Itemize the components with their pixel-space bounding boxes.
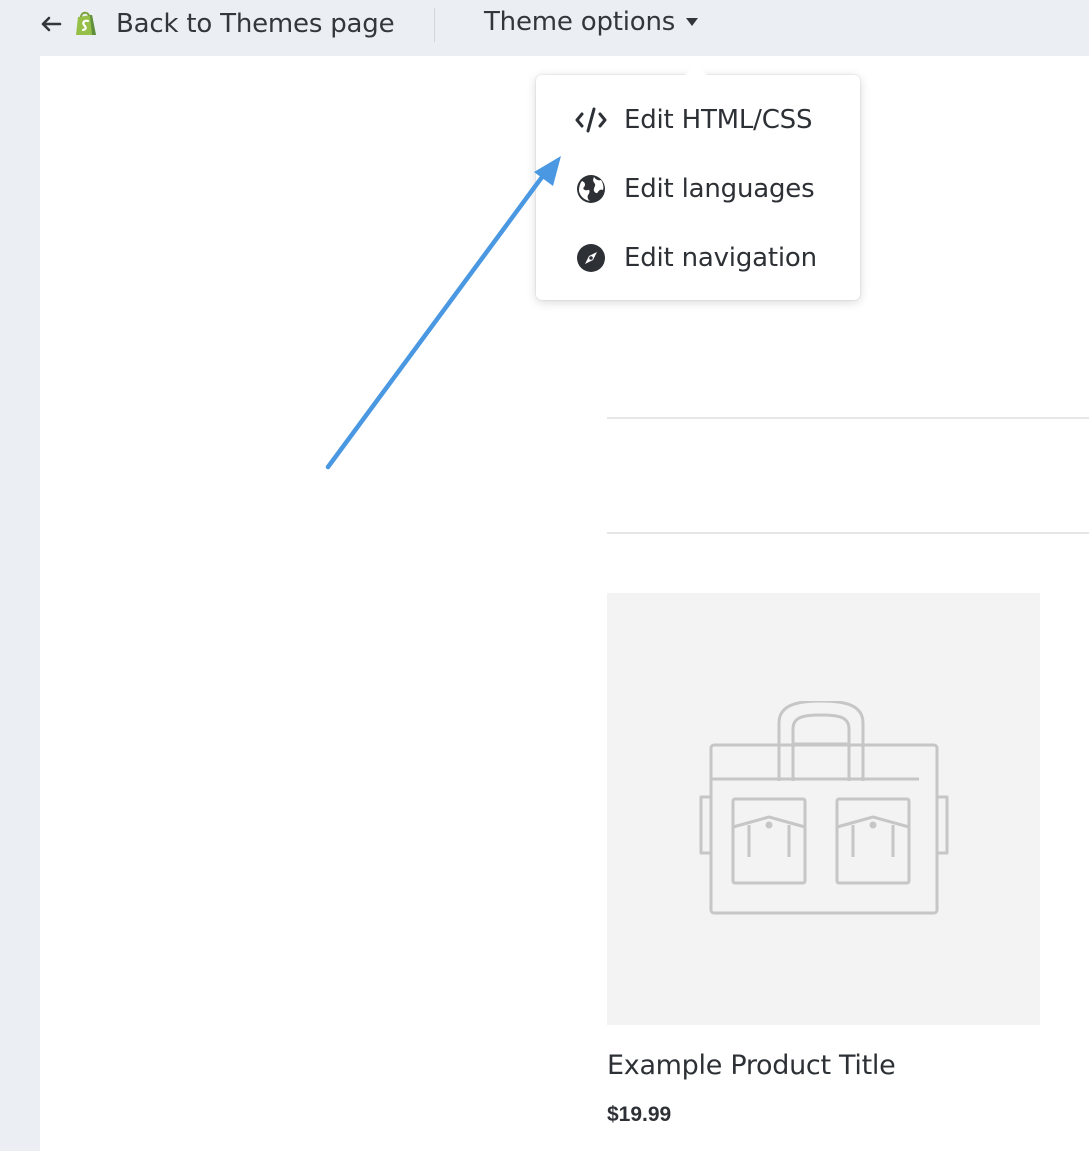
top-toolbar: Back to Themes page Theme options <box>0 0 1089 56</box>
caret-down-icon <box>686 18 699 26</box>
menu-item-edit-html-css[interactable]: Edit HTML/CSS <box>574 100 812 140</box>
menu-item-label: Edit navigation <box>624 243 817 273</box>
theme-options-button[interactable]: Theme options <box>484 2 699 42</box>
product-price: $19.99 <box>607 1103 672 1126</box>
product-image-placeholder[interactable] <box>607 593 1040 1025</box>
menu-item-edit-languages[interactable]: Edit languages <box>574 169 815 209</box>
compass-icon <box>577 244 605 272</box>
shopify-logo-icon <box>76 11 96 35</box>
divider-line <box>607 417 1089 419</box>
divider-line <box>607 532 1089 534</box>
back-to-themes-link[interactable]: Back to Themes page <box>40 4 395 44</box>
code-icon <box>575 107 607 133</box>
globe-icon <box>577 175 605 203</box>
theme-options-label: Theme options <box>484 7 676 37</box>
menu-item-label: Edit HTML/CSS <box>624 105 813 135</box>
arrow-left-icon <box>41 16 62 32</box>
bag-icon <box>699 701 949 915</box>
theme-options-dropdown: Edit HTML/CSS Edit languages Edit naviga… <box>536 64 860 300</box>
dropdown-notch <box>684 64 708 76</box>
menu-item-label: Edit languages <box>624 174 815 204</box>
back-link-label: Back to Themes page <box>116 9 395 39</box>
menu-item-edit-navigation[interactable]: Edit navigation <box>574 238 817 278</box>
product-title[interactable]: Example Product Title <box>607 1050 896 1081</box>
toolbar-divider <box>434 8 435 42</box>
